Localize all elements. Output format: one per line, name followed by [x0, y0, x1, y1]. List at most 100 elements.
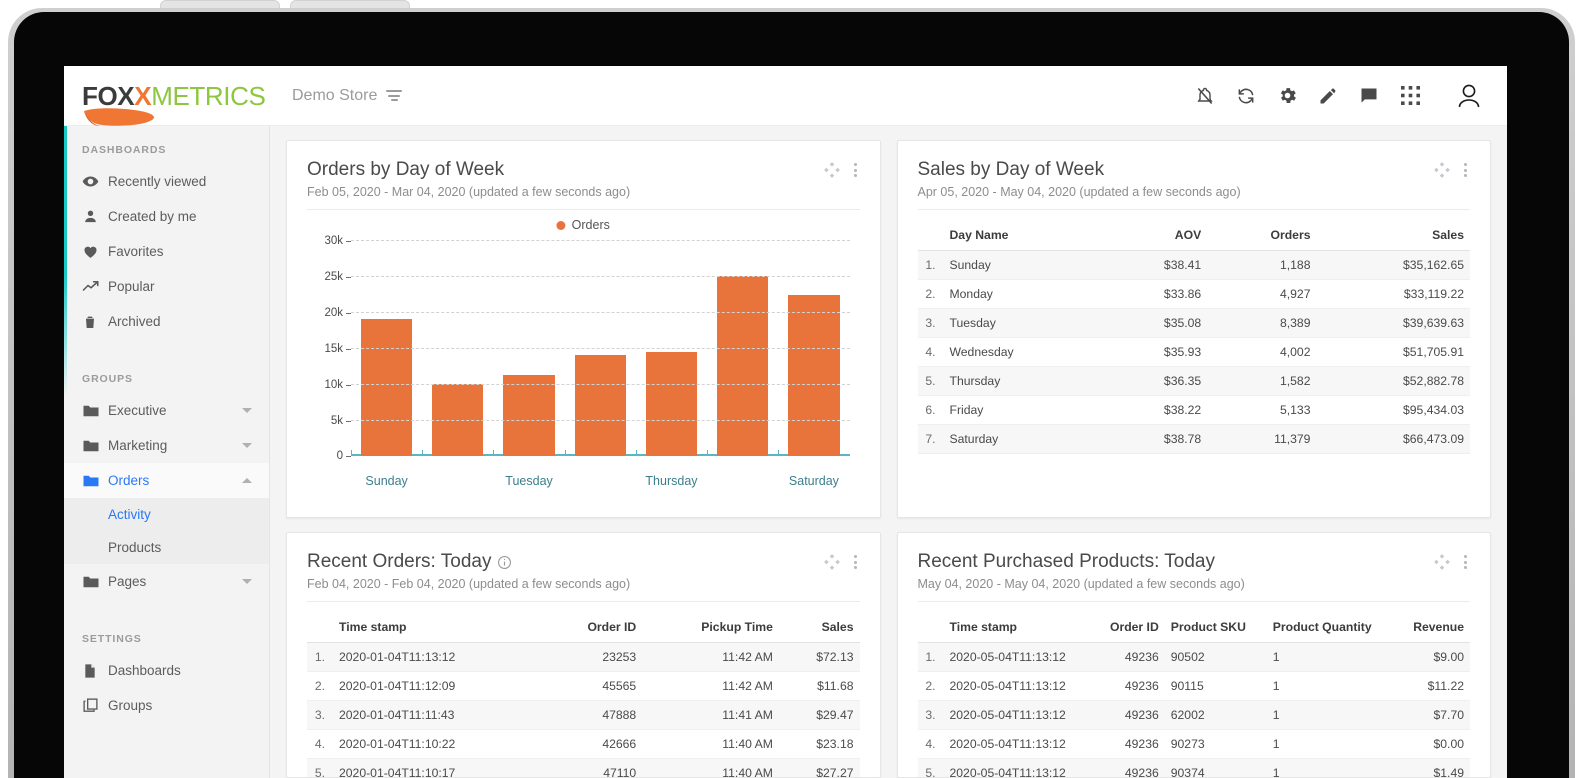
table-column-header[interactable]: [917, 612, 944, 643]
user-avatar-icon[interactable]: [1453, 80, 1485, 112]
card-menu-icon[interactable]: [1461, 553, 1470, 571]
table-row[interactable]: 2. Monday $33.86 4,927 $33,119.22: [917, 279, 1470, 309]
table-cell: $36.35: [1103, 366, 1208, 396]
table-row[interactable]: 4. 2020-01-04T11:10:22 42666 11:40 AM $23.18: [307, 729, 860, 759]
sidebar-item-dashboards[interactable]: Dashboards: [64, 653, 269, 688]
table-row[interactable]: 7. Saturday $38.78 11,379 $66,473.09: [917, 424, 1470, 454]
table-column-header[interactable]: Product SKU: [1164, 612, 1267, 643]
sidebar-item-activity[interactable]: Activity: [64, 498, 269, 531]
chart-x-tick-mark: [707, 450, 709, 456]
table-row[interactable]: 3. 2020-05-04T11:13:12 49236 62002 1 $7.70: [917, 700, 1470, 730]
table-cell: $7.70: [1396, 700, 1470, 730]
table-column-header[interactable]: Pickup Time: [642, 612, 779, 643]
table-column-header[interactable]: Sales: [778, 612, 860, 643]
table-cell: 5.: [917, 758, 944, 777]
table-column-header[interactable]: Product Quantity: [1266, 612, 1397, 643]
table-column-header[interactable]: AOV: [1103, 220, 1208, 251]
table-row[interactable]: 5. Thursday $36.35 1,582 $52,882.78: [917, 366, 1470, 396]
chevron-down-icon[interactable]: [242, 408, 252, 413]
table-cell: 1,582: [1207, 366, 1317, 396]
folder-icon: [82, 573, 108, 591]
table-cell: 23253: [542, 642, 643, 672]
table-cell: 90502: [1164, 642, 1267, 672]
table-column-header[interactable]: Order ID: [1093, 612, 1165, 643]
chevron-down-icon[interactable]: [242, 579, 252, 584]
app-logo[interactable]: FOXXMETRICS: [64, 83, 274, 126]
move-handle-icon[interactable]: [1433, 553, 1451, 571]
move-handle-icon[interactable]: [823, 553, 841, 571]
table-row[interactable]: 1. 2020-05-04T11:13:12 49236 90502 1 $9.00: [917, 642, 1470, 672]
table-cell: 1: [1266, 671, 1397, 701]
table-column-header[interactable]: [917, 220, 944, 251]
chart-bar[interactable]: [645, 351, 698, 456]
sidebar-item-marketing[interactable]: Marketing: [64, 428, 269, 463]
move-handle-icon[interactable]: [823, 161, 841, 179]
chart-bar[interactable]: [360, 319, 413, 456]
chart-bar[interactable]: [503, 374, 555, 456]
table-cell: $35.08: [1103, 308, 1208, 338]
chart-gridline: 25k: [324, 271, 850, 283]
bar-chart-orders: Orders 0 5k 10k 15k 20k 25k 30k Sunday Tuesday T…: [307, 216, 860, 496]
sidebar-item-popular[interactable]: Popular: [64, 269, 269, 304]
table-cell: 8,389: [1207, 308, 1317, 338]
store-selector[interactable]: Demo Store: [292, 87, 403, 105]
chevron-up-icon[interactable]: [242, 478, 252, 483]
chart-bar[interactable]: [788, 295, 840, 456]
refresh-icon[interactable]: [1234, 84, 1258, 108]
table-row[interactable]: 1. Sunday $38.41 1,188 $35,162.65: [917, 250, 1470, 280]
table-row[interactable]: 2. 2020-05-04T11:13:12 49236 90115 1 $11.22: [917, 671, 1470, 701]
table-column-header[interactable]: Sales: [1316, 220, 1470, 251]
chart-bar[interactable]: [717, 276, 769, 456]
table-row[interactable]: 3. Tuesday $35.08 8,389 $39,639.63: [917, 308, 1470, 338]
sidebar-subitem-label: Products: [108, 540, 162, 555]
info-icon[interactable]: [497, 555, 512, 570]
table-cell: 47888: [542, 700, 643, 730]
table-column-header[interactable]: Orders: [1207, 220, 1317, 251]
sidebar-item-groups[interactable]: Groups: [64, 688, 269, 723]
table-column-header[interactable]: [307, 612, 333, 643]
table-column-header[interactable]: Time stamp: [943, 612, 1094, 643]
sidebar-item-created-by-me[interactable]: Created by me: [64, 199, 269, 234]
table-column-header[interactable]: Time stamp: [333, 612, 543, 643]
table-cell: Sunday: [943, 250, 1104, 280]
table-column-header[interactable]: Revenue: [1396, 612, 1470, 643]
table-row[interactable]: 2. 2020-01-04T11:12:09 45565 11:42 AM $11.68: [307, 671, 860, 701]
card-menu-icon[interactable]: [851, 161, 860, 179]
table-row[interactable]: 4. 2020-05-04T11:13:12 49236 90273 1 $0.00: [917, 729, 1470, 759]
card-sales-by-day-of-week: Sales by Day of Week Apr 05, 2020 - May …: [896, 140, 1491, 518]
comment-icon[interactable]: [1357, 84, 1381, 108]
table-cell: 2020-05-04T11:13:12: [943, 729, 1094, 759]
sidebar-item-executive[interactable]: Executive: [64, 393, 269, 428]
sidebar-item-products[interactable]: Products: [64, 531, 269, 564]
table-column-header[interactable]: Day Name: [943, 220, 1104, 251]
chart-bar[interactable]: [574, 355, 626, 456]
table-row[interactable]: 5. 2020-05-04T11:13:12 49236 90374 1 $1.49: [917, 758, 1470, 777]
card-tools: [1433, 553, 1470, 571]
table-cell: $39,639.63: [1316, 308, 1470, 338]
sidebar-item-recently-viewed[interactable]: Recently viewed: [64, 164, 269, 199]
move-handle-icon[interactable]: [1433, 161, 1451, 179]
sidebar-item-archived[interactable]: Archived: [64, 304, 269, 339]
table-column-header[interactable]: Order ID: [542, 612, 643, 643]
sidebar-item-pages[interactable]: Pages: [64, 564, 269, 599]
trending-up-icon: [82, 278, 108, 296]
card-header: Recent Purchased Products: Today May 04,…: [917, 551, 1470, 602]
table-row[interactable]: 1. 2020-01-04T11:13:12 23253 11:42 AM $72.13: [307, 642, 860, 672]
table-row[interactable]: 6. Friday $38.22 5,133 $95,434.03: [917, 395, 1470, 425]
card-menu-icon[interactable]: [851, 553, 860, 571]
card-menu-icon[interactable]: [1461, 161, 1470, 179]
notifications-off-icon[interactable]: [1193, 84, 1217, 108]
chevron-down-icon[interactable]: [242, 443, 252, 448]
pencil-icon[interactable]: [1316, 84, 1340, 108]
apps-grid-icon[interactable]: [1398, 84, 1422, 108]
table-row[interactable]: 5. 2020-01-04T11:10:17 47110 11:40 AM $27.27: [307, 758, 860, 777]
sidebar-item-favorites[interactable]: Favorites: [64, 234, 269, 269]
table-cell: 1,188: [1207, 250, 1317, 280]
table-row[interactable]: 3. 2020-01-04T11:11:43 47888 11:41 AM $29.47: [307, 700, 860, 730]
table-cell: 6.: [917, 395, 944, 425]
gear-icon[interactable]: [1275, 84, 1299, 108]
sidebar-item-orders[interactable]: Orders: [64, 463, 269, 498]
table-row[interactable]: 4. Wednesday $35.93 4,002 $51,705.91: [917, 337, 1470, 367]
table-cell: 5.: [307, 758, 333, 777]
